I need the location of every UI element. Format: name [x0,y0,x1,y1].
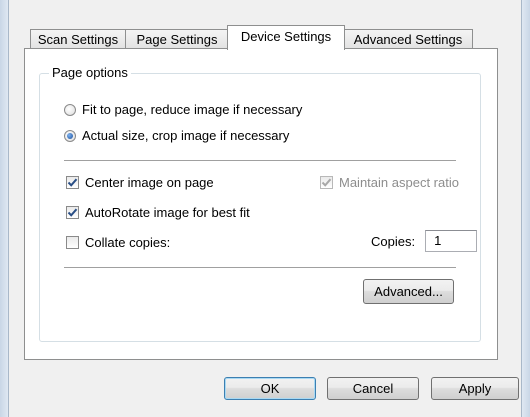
copies-label: Copies: [371,233,416,249]
radio-unchecked-icon [64,103,76,116]
tab-panel: Page options Fit to page, reduce image i… [24,48,498,360]
separator [64,267,456,268]
window-frame-right [521,0,530,417]
page-options-group: Page options Fit to page, reduce image i… [39,65,481,342]
actual-size-label: Actual size, crop image if necessary [82,128,290,143]
tab-scan-settings[interactable]: Scan Settings [30,29,126,49]
tab-page-settings[interactable]: Page Settings [125,29,229,49]
cancel-button[interactable]: Cancel [327,377,419,400]
center-image-checkbox[interactable]: Center image on page [66,175,214,190]
center-image-label: Center image on page [85,175,214,190]
collate-copies-checkbox[interactable]: Collate copies: [66,235,170,250]
separator [64,160,456,161]
checkbox-empty-icon [66,236,79,249]
fit-to-page-label: Fit to page, reduce image if necessary [82,102,303,117]
page-options-title: Page options [49,65,131,80]
checkmark-icon [320,176,333,189]
fit-to-page-radio[interactable]: Fit to page, reduce image if necessary [64,102,302,117]
copies-input[interactable]: 1 [425,230,478,252]
maintain-aspect-checkbox: Maintain aspect ratio [320,175,459,190]
radio-checked-icon [64,129,76,142]
maintain-aspect-label: Maintain aspect ratio [339,175,459,190]
actual-size-radio[interactable]: Actual size, crop image if necessary [64,128,289,143]
autorotate-checkbox[interactable]: AutoRotate image for best fit [66,205,250,220]
advanced-button[interactable]: Advanced... [363,279,454,304]
checkmark-icon [66,206,79,219]
tab-device-settings[interactable]: Device Settings [227,25,345,50]
settings-dialog: Scan Settings Page Settings Device Setti… [0,0,530,417]
ok-button[interactable]: OK [224,377,316,400]
window-frame-left [0,0,9,417]
collate-copies-label: Collate copies: [85,235,171,250]
tab-advanced-settings[interactable]: Advanced Settings [343,29,473,49]
copies-field-group: Copies: 1 [371,230,478,252]
autorotate-label: AutoRotate image for best fit [85,205,250,220]
checkmark-icon [66,176,79,189]
apply-button[interactable]: Apply [431,377,519,400]
